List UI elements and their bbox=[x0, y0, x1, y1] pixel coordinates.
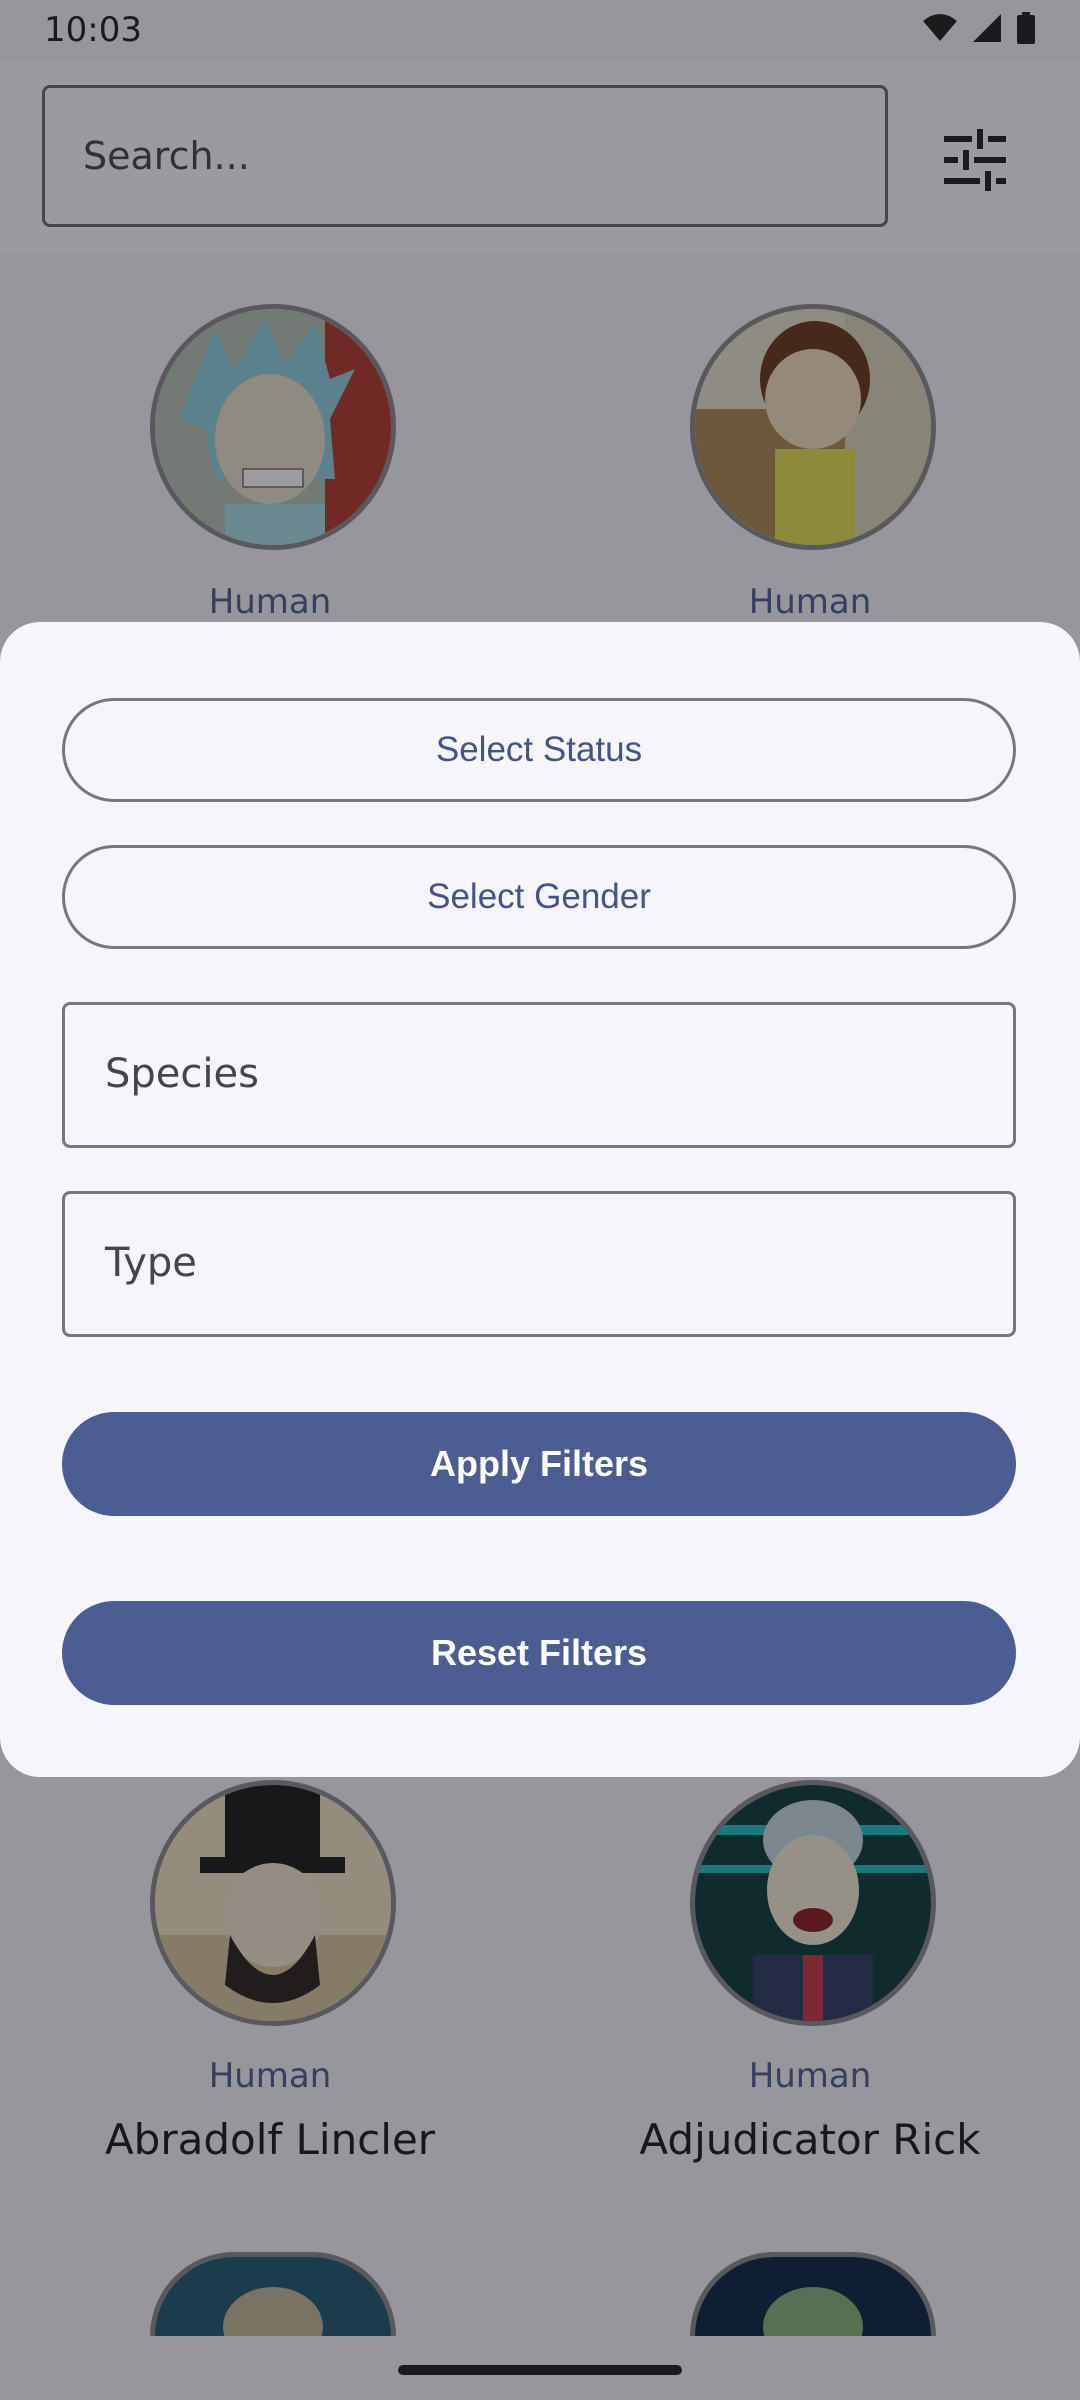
gesture-nav-handle[interactable] bbox=[398, 2365, 682, 2375]
species-field[interactable]: Species bbox=[62, 1002, 1016, 1148]
filter-bottom-sheet: Select Status Select Gender Species Type… bbox=[0, 622, 1080, 1777]
select-gender-button[interactable]: Select Gender bbox=[62, 845, 1016, 949]
apply-filters-button[interactable]: Apply Filters bbox=[62, 1412, 1016, 1516]
reset-filters-button[interactable]: Reset Filters bbox=[62, 1601, 1016, 1705]
type-placeholder: Type bbox=[105, 1240, 197, 1286]
type-field[interactable]: Type bbox=[62, 1191, 1016, 1337]
select-status-button[interactable]: Select Status bbox=[62, 698, 1016, 802]
species-placeholder: Species bbox=[105, 1051, 259, 1097]
app-root: 10:03 Search... Human Human Human Abrado… bbox=[0, 0, 1080, 2400]
